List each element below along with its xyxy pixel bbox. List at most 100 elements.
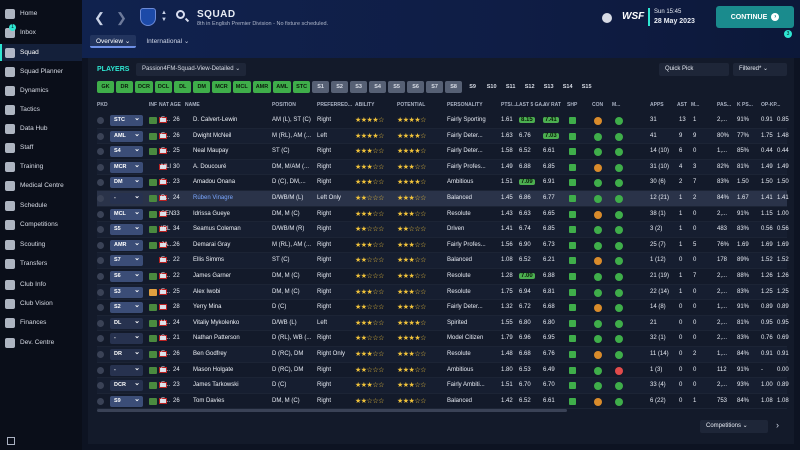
sidebar-item-transfers[interactable]: Transfers [0,255,82,272]
player-name[interactable]: Yerry Mina [193,304,221,310]
select-checkbox[interactable] [97,163,104,171]
filter-dropdown[interactable]: Filtered* ⌄ [733,63,787,76]
select-checkbox[interactable] [97,272,104,280]
pkd-dropdown[interactable]: MCL [110,207,143,220]
select-checkbox[interactable] [97,210,104,218]
player-name[interactable]: Dwight McNeil [193,133,231,139]
player-name[interactable]: Amadou Onana [193,179,235,185]
position-chip-s9[interactable]: S9 [464,81,481,93]
pkd-dropdown[interactable]: DM [110,175,143,189]
select-checkbox[interactable] [97,148,104,156]
column-header-8[interactable]: POTENTIAL [397,102,425,108]
player-name[interactable]: Seamus Coleman [193,226,241,232]
player-name[interactable]: D. Calvert-Lewin [193,117,237,123]
column-header-15[interactable]: M... [612,102,620,108]
select-checkbox[interactable] [97,350,104,358]
player-name[interactable]: Neal Maupay [193,148,228,154]
position-chip-s12[interactable]: S12 [521,81,538,93]
sidebar-item-club-vision[interactable]: Club Vision [0,295,82,312]
search-icon[interactable] [176,10,185,19]
pkd-dropdown[interactable]: S4 [110,144,143,158]
pkd-dropdown[interactable]: - [110,191,143,204]
select-checkbox[interactable] [97,241,104,249]
player-name[interactable]: Ben Godfrey [193,351,227,357]
position-chip-s1[interactable]: S1 [312,81,330,93]
continue-button[interactable]: CONTINUE › [716,6,794,28]
tab-overview[interactable]: Overview ⌄ [90,35,137,48]
position-chip-dcl[interactable]: DCL [154,81,173,93]
select-checkbox[interactable] [97,226,104,234]
table-row[interactable]: S2... 28 Yerry Mina D (C) Right ★★☆☆☆ ★★★☆☆ Fai… [97,300,789,316]
table-row[interactable]: - P...24 Rúben Vinagre D/WB/M (L) Left Only ★… [97,190,789,207]
notification-icon[interactable]: 3 [779,30,792,43]
sidebar-item-squad-planner[interactable]: Squad Planner [0,63,82,80]
table-row[interactable]: DM E...23 Amadou Onana D (C), DM,... Right ★★… [97,175,789,191]
table-row[interactable]: DR E...26 Ben Godfrey D (RC), DM Right Only ★… [97,346,789,363]
column-header-19[interactable]: PAS... [717,102,731,108]
position-chip-dcr[interactable]: DCR [135,81,153,93]
position-chip-aml[interactable]: AML [273,81,292,93]
position-chip-dl[interactable]: DL [174,81,192,93]
pkd-dropdown[interactable]: - [110,331,143,345]
column-header-2[interactable]: NAT [159,102,169,108]
sidebar-item-tactics[interactable]: Tactics [0,101,82,118]
sidebar-item-staff[interactable]: Staff [0,139,82,156]
position-chip-s15[interactable]: S15 [578,81,595,93]
position-chip-s11[interactable]: S11 [502,81,519,93]
pkd-dropdown[interactable]: S2 [110,300,143,314]
horizontal-scrollbar[interactable] [97,409,567,412]
position-chip-dm[interactable]: DM [193,81,211,93]
column-header-6[interactable]: PREFERRED... [317,102,352,108]
next-arrow-icon[interactable]: › [776,420,779,430]
position-chip-s10[interactable]: S10 [483,81,500,93]
column-header-17[interactable]: AST [677,102,687,108]
player-name[interactable]: A. Doucouré [193,164,226,170]
sidebar-item-home[interactable]: Home [0,5,82,22]
column-header-13[interactable]: SHP [567,102,577,108]
sidebar-item-competitions[interactable]: Competitions [0,216,82,233]
table-row[interactable]: AMR JA...26 Demarai Gray M (RL), AM (... Rig… [97,238,789,254]
club-switch-icon[interactable]: ▲ ▼ [161,10,167,24]
select-checkbox[interactable] [97,117,104,124]
pkd-dropdown[interactable]: AMR [110,238,143,251]
table-row[interactable]: - S...21 Nathan Patterson D (RL), WB (... Ri… [97,331,789,347]
select-checkbox[interactable] [97,382,104,390]
sidebar-item-data-hub[interactable]: Data Hub [0,120,82,137]
table-row[interactable]: S5 IRL34 Seamus Coleman D/WB/M (R) Right ★★☆☆… [97,222,789,238]
pkd-dropdown[interactable]: S9 [110,394,143,407]
table-row[interactable]: MCR MLI30 A. Doucouré DM, M/AM (... Right ★★★… [97,159,789,176]
player-name[interactable]: Tom Davies [193,398,224,404]
position-chip-s7[interactable]: S7 [426,81,444,93]
select-checkbox[interactable] [97,257,104,265]
column-header-16[interactable]: APPS [650,102,664,108]
player-name[interactable]: Demarai Gray [193,242,230,248]
position-chip-s3[interactable]: S3 [350,81,368,93]
column-header-4[interactable]: NAME [185,102,200,108]
pkd-dropdown[interactable]: S3 [110,285,143,298]
player-name[interactable]: Alex Iwobi [193,289,220,295]
club-badge-icon[interactable] [140,8,156,26]
sidebar-item-club-info[interactable]: Club Info [0,276,82,293]
player-name[interactable]: Ellis Simms [193,257,224,263]
forward-arrow-icon[interactable]: ❯ [116,10,127,26]
position-chip-amr[interactable]: AMR [252,81,272,93]
wsf-logo[interactable]: WSF [622,11,644,22]
column-header-10[interactable]: PTS/... [501,102,516,108]
table-row[interactable]: MCL SEN33 Idrissa Gueye DM, M (C) Right ★★★☆☆… [97,207,789,223]
collapse-sidebar-icon[interactable] [7,437,15,445]
player-name[interactable]: Idrissa Gueye [193,211,230,217]
select-checkbox[interactable] [97,397,104,405]
column-header-9[interactable]: PERSONALITY [447,102,483,108]
sidebar-item-dev-centre[interactable]: Dev. Centre [0,334,82,351]
table-row[interactable]: S6 E...22 James Garner DM, M (C) Right ★★☆☆☆ ★… [97,269,789,285]
pkd-dropdown[interactable]: DCR [110,378,143,392]
position-chip-mcr[interactable]: MCR [212,81,231,93]
sidebar-item-finances[interactable]: Finances [0,314,82,331]
table-row[interactable]: - E...24 Mason Holgate D (RC), DM Right ★★☆☆☆… [97,363,789,379]
competitions-dropdown[interactable]: Competitions ⌄ [700,420,768,433]
position-chip-mcl[interactable]: MCL [232,81,251,93]
player-name[interactable]: James Tarkowski [193,382,239,388]
sidebar-item-medical-centre[interactable]: Medical Centre [0,177,82,194]
table-row[interactable]: DL U...24 Vitaliy Mykolenko D/WB (L) Left ★★★… [97,315,789,332]
select-checkbox[interactable] [97,335,104,343]
